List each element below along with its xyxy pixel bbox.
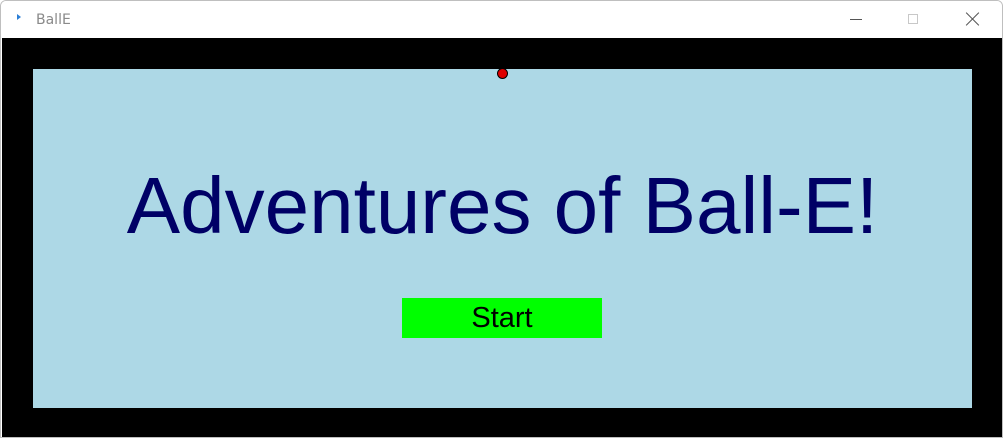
close-button[interactable] xyxy=(943,1,1001,38)
game-canvas: Adventures of Ball-E! Start xyxy=(2,38,1002,437)
app-icon xyxy=(17,14,21,20)
window-title: BallE xyxy=(36,12,71,28)
minimize-button[interactable] xyxy=(827,1,885,38)
title-bar[interactable]: BallE xyxy=(1,1,1002,38)
app-window: BallE Adventures of Ball-E! Start xyxy=(0,0,1003,438)
start-button[interactable]: Start xyxy=(402,298,602,338)
ball xyxy=(497,68,508,79)
play-field: Adventures of Ball-E! Start xyxy=(33,68,972,408)
maximize-button[interactable] xyxy=(885,1,943,38)
maximize-icon xyxy=(908,14,918,24)
minimize-icon xyxy=(850,19,862,20)
game-title: Adventures of Ball-E! xyxy=(126,161,879,250)
close-icon xyxy=(965,11,981,27)
